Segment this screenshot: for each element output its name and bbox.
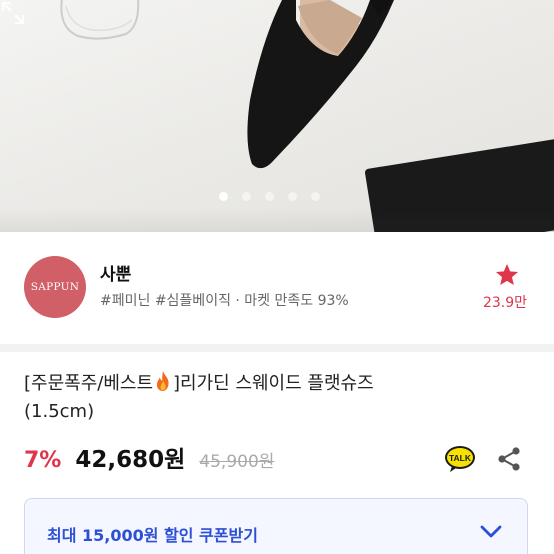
wine-glass	[60, 0, 140, 40]
star-icon[interactable]	[494, 262, 520, 288]
expand-icon[interactable]	[0, 0, 26, 26]
share-icon[interactable]	[496, 446, 522, 472]
carousel-dot-active[interactable]	[219, 192, 228, 201]
kakao-talk-label: TALK	[449, 453, 472, 463]
price-row: 7% 42,680원 45,900원	[24, 440, 274, 474]
like-count: 23.9만	[482, 295, 528, 311]
seller-tags: #페미닌 #심플베이직 · 마켓 만족도 93%	[100, 293, 349, 309]
product-title-suffix: ]리가딘 스웨이드 플랫슈즈	[173, 373, 374, 394]
original-price: 45,900원	[199, 452, 275, 472]
seller-info[interactable]: SAPPUN 사뿐 #페미닌 #심플베이직 · 마켓 만족도 93% 23.9만	[0, 232, 554, 344]
coupon-label: 최대 15,000원 할인 쿠폰받기	[47, 526, 258, 545]
product-title-line2: (1.5cm)	[24, 401, 95, 422]
carousel-indicator	[219, 192, 320, 202]
carousel-dot[interactable]	[288, 192, 297, 201]
product-title: [주문폭주/베스트 ]리가딘 스웨이드 플랫슈즈 (1.5cm)	[24, 370, 534, 426]
carousel-dot[interactable]	[265, 192, 274, 201]
carousel-dot[interactable]	[311, 192, 320, 201]
section-divider	[0, 344, 554, 352]
seller-avatar[interactable]: SAPPUN	[24, 256, 86, 318]
coupon-button[interactable]: 최대 15,000원 할인 쿠폰받기	[24, 498, 528, 554]
sale-price: 42,680원	[75, 447, 186, 473]
kakao-talk-icon[interactable]: TALK	[444, 445, 476, 473]
fire-icon	[156, 371, 169, 391]
product-title-prefix: [주문폭주/베스트	[24, 373, 154, 394]
seller-name[interactable]: 사뿐	[100, 260, 131, 285]
carousel-dot[interactable]	[242, 192, 251, 201]
table-edge	[0, 208, 554, 232]
product-image-carousel[interactable]	[0, 0, 554, 232]
seller-avatar-text: SAPPUN	[30, 281, 80, 293]
chevron-down-icon	[480, 525, 502, 538]
discount-rate: 7%	[24, 448, 62, 473]
